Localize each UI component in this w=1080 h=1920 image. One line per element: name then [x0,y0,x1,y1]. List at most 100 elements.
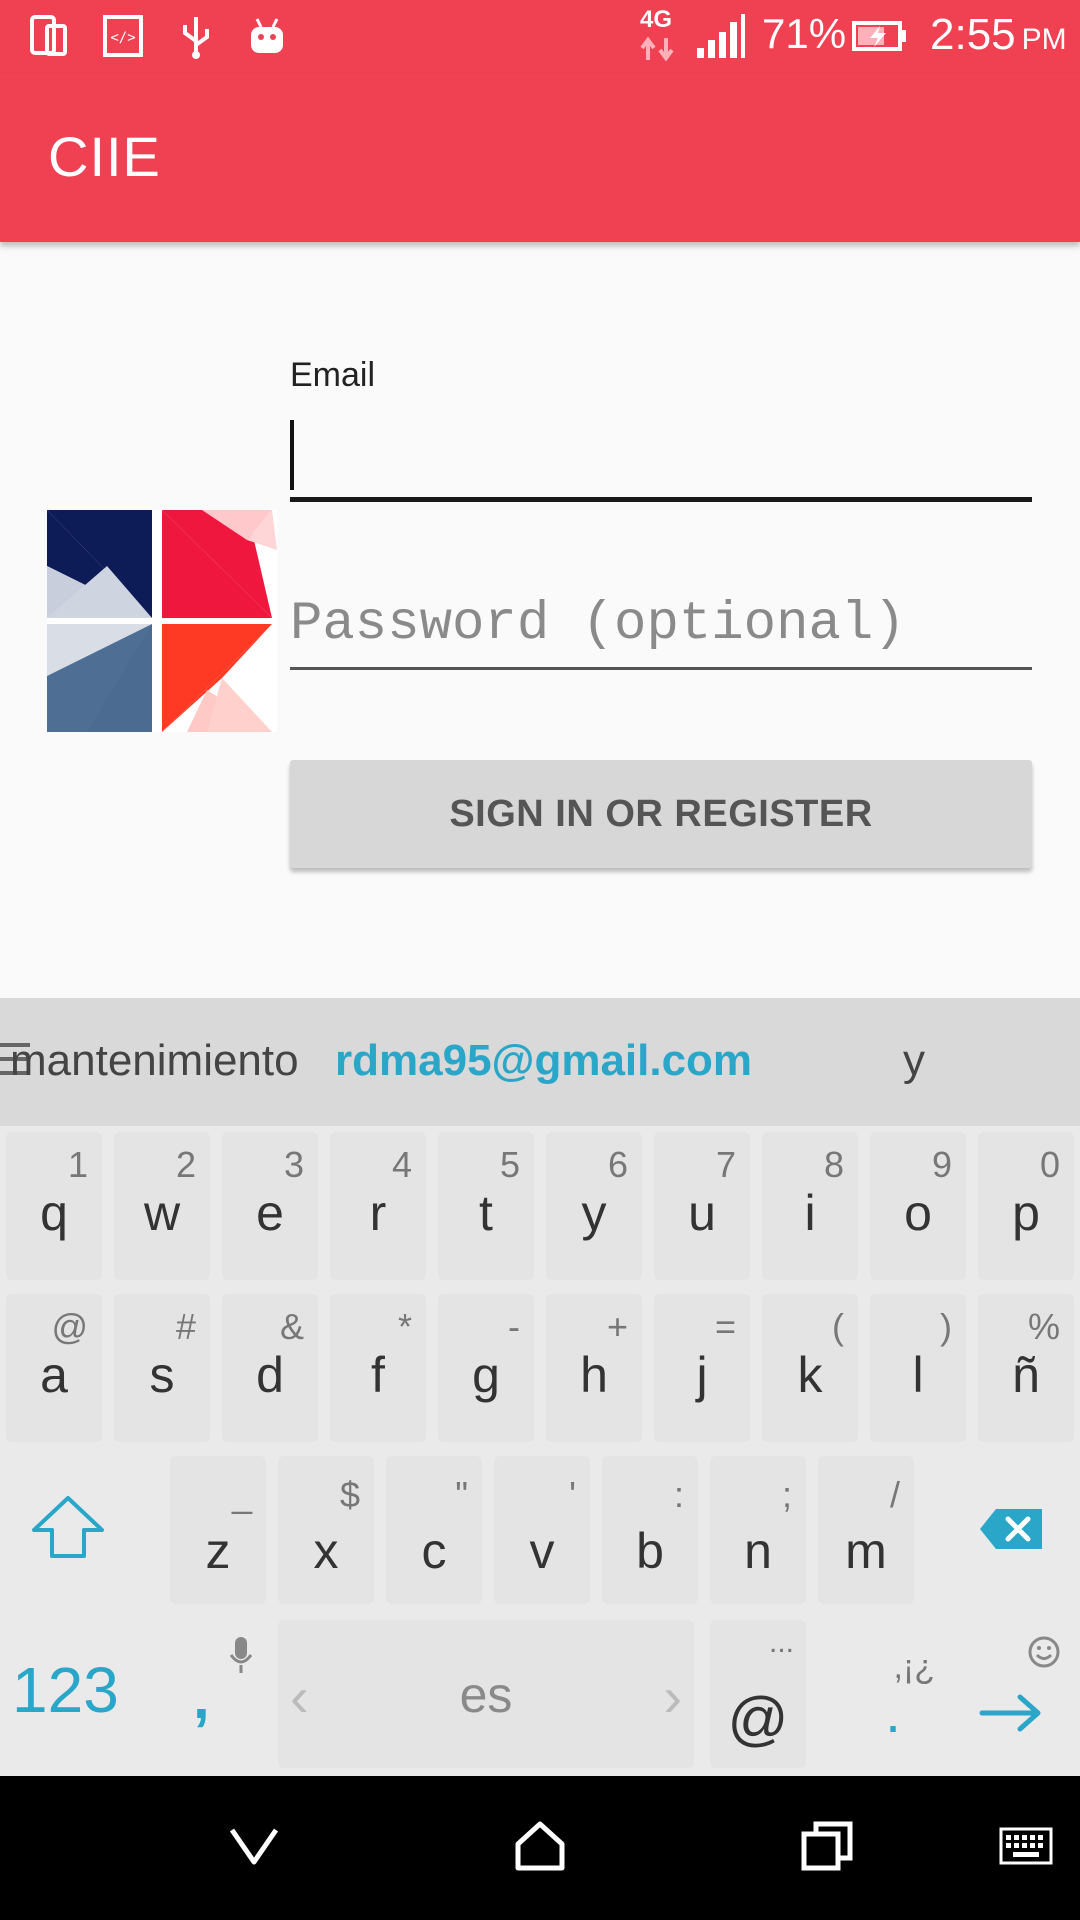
key-t[interactable]: 5t [438,1132,534,1280]
at-key[interactable]: ... @ [710,1620,806,1768]
home-icon[interactable] [500,1806,580,1886]
key-alt-label: ; [781,1474,792,1515]
key-label: a [40,1347,68,1403]
key-i[interactable]: 8i [762,1132,858,1280]
period-key[interactable]: ,¡¿ . [845,1620,941,1768]
key-label: t [479,1185,493,1241]
key-alt-label: 0 [1039,1144,1060,1185]
battery-charging-icon [852,12,910,60]
key-alt-label: 2 [175,1144,196,1185]
key-label: d [256,1347,284,1403]
backspace-key[interactable] [976,1506,1046,1552]
key-label: ñ [1012,1347,1040,1403]
key-j[interactable]: = j [654,1294,750,1442]
ciie-logo [47,510,277,732]
key-f[interactable]: * f [330,1294,426,1442]
space-key[interactable]: ‹ es › [278,1620,694,1768]
numbers-key[interactable]: 123 [12,1653,119,1727]
shift-key[interactable] [28,1492,108,1562]
key-h[interactable]: + h [546,1294,642,1442]
key-p[interactable]: 0p [978,1132,1074,1280]
suggestion-bar: mantenimiento rdma95@gmail.com y [0,998,1080,1126]
key-alt-label: $ [339,1474,360,1515]
key-label: f [371,1347,385,1403]
key-b[interactable]: :b [602,1456,698,1604]
key-q[interactable]: 1q [6,1132,102,1280]
keyboard-switch-icon[interactable] [986,1806,1066,1886]
suggestion-item-primary[interactable]: rdma95@gmail.com [335,1036,752,1086]
key-label: n [744,1523,772,1579]
key-alt-label: _ [231,1474,252,1515]
comma-key[interactable]: , [193,1663,210,1732]
key-alt-label: @ [51,1306,88,1347]
key-alt-label: = [714,1306,736,1347]
key-m[interactable]: / m [818,1456,914,1604]
key-c[interactable]: " c [386,1456,482,1604]
key-alt-label: : [673,1474,684,1515]
key-alt-label: 6 [607,1144,628,1185]
key-label: r [369,1185,387,1241]
clock: 2:55 PM [930,10,1067,60]
key-enye[interactable]: % ñ [978,1294,1074,1442]
key-alt-label: 5 [499,1144,520,1185]
svg-text:</>: </> [110,30,135,46]
clock-ampm: PM [1021,23,1067,56]
key-label: h [580,1347,608,1403]
key-alt-label: ' [569,1474,576,1515]
key-alt-label: 1 [67,1144,88,1185]
password-field[interactable] [290,582,1032,670]
key-k[interactable]: (k [762,1294,858,1442]
key-alt-label: 7 [715,1144,736,1185]
key-r[interactable]: 4r [330,1132,426,1280]
key-label: x [313,1523,339,1579]
key-label: v [529,1523,555,1579]
key-label: @ [727,1685,789,1752]
key-u[interactable]: 7u [654,1132,750,1280]
emoji-icon[interactable] [1026,1634,1062,1670]
clock-time: 2:55 [930,10,1016,59]
key-label: o [904,1185,932,1241]
key-alt-label: / [889,1474,900,1515]
app-title: CIIE [48,125,161,188]
key-n[interactable]: ; n [710,1456,806,1604]
key-x[interactable]: $ x [278,1456,374,1604]
key-s[interactable]: # s [114,1294,210,1442]
mic-icon [226,1634,256,1678]
key-label: . [885,1681,901,1744]
key-label: p [1012,1185,1040,1241]
key-alt-label: # [175,1306,196,1347]
key-label: w [143,1185,181,1241]
network-4g-icon: 4G [636,6,680,62]
key-alt-label: 3 [283,1144,304,1185]
key-label: c [421,1523,447,1579]
screen: </> 4G 71% 2:55 PM CIIE Email SIGN IN OR… [0,0,1080,1920]
sign-in-or-register-button[interactable]: SIGN IN OR REGISTER [290,760,1032,868]
key-d[interactable]: & d [222,1294,318,1442]
key-label: i [804,1185,816,1241]
key-alt-label: 9 [931,1144,952,1185]
key-v[interactable]: ' v [494,1456,590,1604]
key-label: e [256,1185,284,1241]
key-a[interactable]: @ a [6,1294,102,1442]
key-label: z [205,1523,231,1579]
email-field[interactable] [290,412,1032,502]
recents-icon[interactable] [788,1806,868,1886]
suggestion-item[interactable]: y [903,1036,925,1086]
key-g[interactable]: -g [438,1294,534,1442]
key-label: q [40,1185,68,1241]
battery-percent: 71% [762,10,847,57]
key-label: y [581,1185,607,1241]
key-label: l [912,1347,924,1403]
key-label: k [797,1347,823,1403]
key-alt-label: & [279,1306,304,1347]
key-l[interactable]: ) l [870,1294,966,1442]
key-w[interactable]: 2w [114,1132,210,1280]
key-o[interactable]: 9o [870,1132,966,1280]
back-icon[interactable] [214,1806,294,1886]
key-e[interactable]: 3e [222,1132,318,1280]
key-alt-label: * [397,1306,412,1347]
enter-key[interactable] [976,1688,1046,1738]
key-z[interactable]: _ z [170,1456,266,1604]
key-y[interactable]: 6y [546,1132,642,1280]
suggestion-item[interactable]: mantenimiento [10,1036,299,1086]
